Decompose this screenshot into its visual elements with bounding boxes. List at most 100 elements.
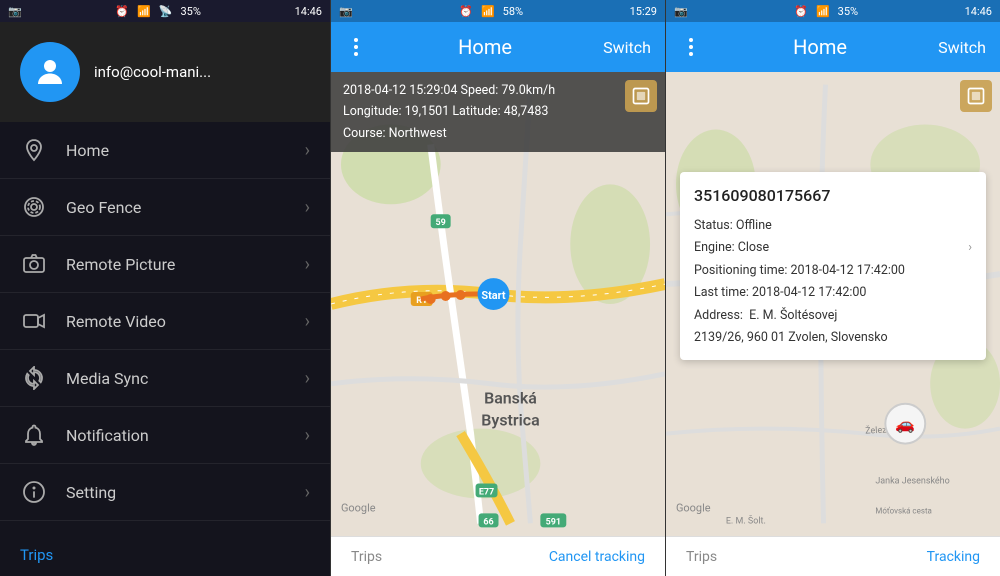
battery-p1: 35% <box>180 5 200 18</box>
bottom-bar-p2: Trips Cancel tracking <box>331 536 665 576</box>
map-p3: 351609080175667 Status: Offline Engine: … <box>666 72 1000 536</box>
svg-text:Google: Google <box>341 501 376 514</box>
alarm-p2: ⏰ <box>459 5 473 18</box>
engine-value: Close <box>738 237 769 260</box>
menu-item-home[interactable]: Home › <box>0 122 330 179</box>
menu-item-setting[interactable]: Setting › <box>0 464 330 521</box>
cam-icon-p2: 📷 <box>339 5 353 18</box>
menu-arrow-media-sync: › <box>305 368 310 389</box>
menu-hamburger-p2[interactable] <box>345 36 367 58</box>
map-panel-device: 📷 ⏰ 📶 35% 14:46 Home Switch 351609080175… <box>665 0 1000 576</box>
statusbar-left-icon: 📷 <box>8 5 22 18</box>
wifi-icon: 📶 <box>137 5 151 18</box>
sync-icon <box>20 364 48 392</box>
menu-arrow-remote-picture: › <box>305 254 310 275</box>
menu-arrow-home: › <box>305 140 310 161</box>
svg-text:Móťovská cesta: Móťovská cesta <box>875 506 932 515</box>
trips-link-p1[interactable]: Trips <box>20 546 53 564</box>
time-p1: 14:46 <box>295 5 322 18</box>
positioning-label: Positioning time: <box>694 260 787 283</box>
address-label: Address: <box>694 308 743 323</box>
screenshot-icon-p3[interactable] <box>960 80 992 112</box>
statusbar-panel1: 📷 ⏰ 📶 📡 35% 14:46 <box>0 0 330 22</box>
battery-p2: 58% <box>503 5 523 18</box>
statusbar-panel2: 📷 ⏰ 📶 58% 15:29 <box>331 0 665 22</box>
svg-text:Janka Jesenského: Janka Jesenského <box>875 476 949 486</box>
svg-text:59: 59 <box>436 218 446 228</box>
panel1-bottom: Trips <box>0 533 330 576</box>
wifi-p2: 📶 <box>481 5 495 18</box>
info-icon <box>20 478 48 506</box>
device-info-popup: 351609080175667 Status: Offline Engine: … <box>680 172 986 360</box>
svg-text:Google: Google <box>676 501 711 514</box>
menu-label-geo-fence: Geo Fence <box>66 198 305 217</box>
last-time-row: Last time: 2018-04-12 17:42:00 <box>694 282 972 305</box>
device-id: 351609080175667 <box>694 182 972 211</box>
svg-text:Bystrica: Bystrica <box>481 411 539 430</box>
profile-email: info@cool-mani... <box>94 63 211 81</box>
avatar <box>20 42 80 102</box>
menu-item-remote-video[interactable]: Remote Video › <box>0 293 330 350</box>
app-header-p3: Home Switch <box>666 22 1000 72</box>
menu-arrow-setting: › <box>305 482 310 503</box>
header-title-p3: Home <box>793 35 847 59</box>
camera-icon <box>20 250 48 278</box>
tracking-link[interactable]: Tracking <box>927 549 980 565</box>
map-panel-trip: 📷 ⏰ 📶 58% 15:29 Home Switch 2018-04-12 1… <box>330 0 665 576</box>
positioning-value: 2018-04-12 17:42:00 <box>791 260 905 283</box>
menu-label-media-sync: Media Sync <box>66 369 305 388</box>
app-header-p2: Home Switch <box>331 22 665 72</box>
trips-link-p3[interactable]: Trips <box>686 549 717 565</box>
address-row: Address: E. M. Šoltésovej 2139/26, 960 0… <box>694 305 972 350</box>
cam-icon-p3: 📷 <box>674 5 688 18</box>
time-p2: 15:29 <box>630 5 657 18</box>
trips-link-p2[interactable]: Trips <box>351 549 382 565</box>
status-label: Status: <box>694 215 733 238</box>
switch-button-p2[interactable]: Switch <box>603 38 651 57</box>
menu-label-notification: Notification <box>66 426 305 445</box>
menu-item-media-sync[interactable]: Media Sync › <box>0 350 330 407</box>
switch-button-p3[interactable]: Switch <box>938 38 986 57</box>
screenshot-icon-p2[interactable] <box>625 80 657 112</box>
cancel-tracking-link[interactable]: Cancel tracking <box>549 549 645 565</box>
profile-section: info@cool-mani... <box>0 22 330 122</box>
trip-info-line2: Longitude: 19,1501 Latitude: 48,7483 <box>343 101 653 122</box>
menu-arrow-notification: › <box>305 425 310 446</box>
trip-info-line3: Course: Northwest <box>343 123 653 144</box>
status-value: Offline <box>736 215 772 238</box>
engine-row-arrow: › <box>968 237 972 260</box>
bottom-bar-p3: Trips Tracking <box>666 536 1000 576</box>
time-p3: 14:46 <box>965 5 992 18</box>
geo-fence-icon <box>20 193 48 221</box>
status-row: Status: Offline <box>694 215 972 238</box>
alarm-icon: ⏰ <box>115 5 129 18</box>
svg-text:Start: Start <box>481 289 506 302</box>
menu-list: Home › Geo Fence › Remote Picture › Remo… <box>0 122 330 533</box>
menu-label-remote-video: Remote Video <box>66 312 305 331</box>
menu-hamburger-p3[interactable] <box>680 36 702 58</box>
header-title-p2: Home <box>458 35 512 59</box>
last-label: Last time: <box>694 282 749 305</box>
video-icon <box>20 307 48 335</box>
menu-arrow-remote-video: › <box>305 311 310 332</box>
menu-item-notification[interactable]: Notification › <box>0 407 330 464</box>
trip-info-line1: 2018-04-12 15:29:04 Speed: 79.0km/h <box>343 80 653 101</box>
svg-text:66: 66 <box>483 517 493 527</box>
statusbar-panel3: 📷 ⏰ 📶 35% 14:46 <box>666 0 1000 22</box>
map-p2: 2018-04-12 15:29:04 Speed: 79.0km/h Long… <box>331 72 665 536</box>
svg-text:591: 591 <box>546 517 561 527</box>
engine-row[interactable]: Engine: Close › <box>694 237 972 260</box>
last-value: 2018-04-12 17:42:00 <box>752 282 866 305</box>
alarm-p3: ⏰ <box>794 5 808 18</box>
menu-item-geo-fence[interactable]: Geo Fence › <box>0 179 330 236</box>
sidebar-panel: 📷 ⏰ 📶 📡 35% 14:46 info@cool-mani... Home… <box>0 0 330 576</box>
notification-icon <box>20 421 48 449</box>
wifi-p3: 📶 <box>816 5 830 18</box>
svg-text:E. M. Šolt.: E. M. Šolt. <box>726 514 766 526</box>
svg-text:E77: E77 <box>479 487 494 497</box>
trip-info-overlay: 2018-04-12 15:29:04 Speed: 79.0km/h Long… <box>331 72 665 152</box>
menu-arrow-geo-fence: › <box>305 197 310 218</box>
menu-label-setting: Setting <box>66 483 305 502</box>
menu-item-remote-picture[interactable]: Remote Picture › <box>0 236 330 293</box>
user-icon <box>32 54 68 90</box>
